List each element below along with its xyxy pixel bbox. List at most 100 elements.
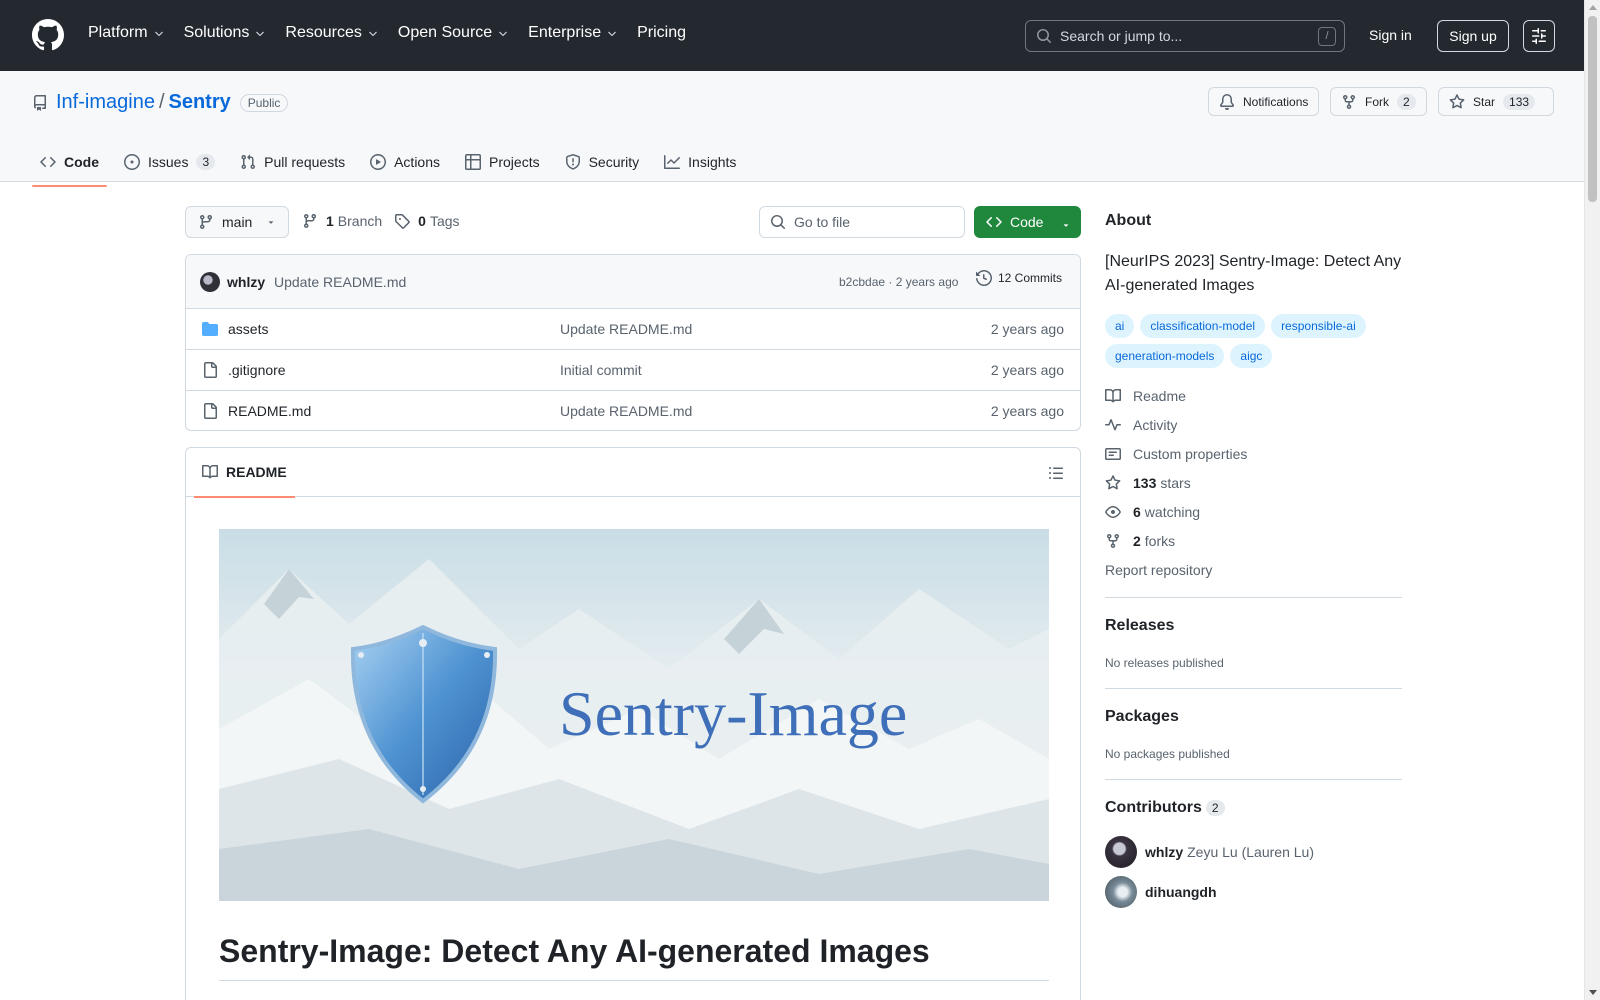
committer-name[interactable]: whlzy <box>227 274 265 290</box>
readme-tab[interactable]: README <box>194 464 295 498</box>
nav-resources[interactable]: Resources <box>285 24 378 42</box>
file-commit-message[interactable]: Update README.md <box>560 403 692 419</box>
committer-avatar[interactable] <box>200 272 220 292</box>
latest-commit-message[interactable]: Update README.md <box>274 274 406 290</box>
contributor-item[interactable]: dihuangdh <box>1105 876 1221 908</box>
repository-header: Inf-imagine / Sentry Public Notification… <box>0 71 1584 187</box>
pulse-icon <box>1105 419 1121 431</box>
activity-link[interactable]: Activity <box>1105 417 1177 433</box>
heading-divider <box>219 980 1049 981</box>
tab-actions[interactable]: Actions <box>362 145 448 179</box>
nav-solutions[interactable]: Solutions <box>184 24 267 42</box>
branch-label: Branch <box>337 213 383 229</box>
tags-link[interactable]: 0 Tags <box>410 213 459 229</box>
code-icon <box>986 216 1002 228</box>
topic-tag[interactable]: responsible-ai <box>1271 314 1366 338</box>
file-name[interactable]: README.md <box>228 403 311 419</box>
contributor-full-name: Zeyu Lu (Lauren Lu) <box>1187 844 1314 860</box>
play-icon <box>370 154 387 170</box>
sidebar-divider <box>1105 779 1402 780</box>
page-scrollbar[interactable] <box>1584 0 1600 1000</box>
nav-enterprise[interactable]: Enterprise <box>528 24 618 42</box>
topics-list: ai classification-model responsible-ai g… <box>1105 314 1402 368</box>
custom-properties-link[interactable]: Custom properties <box>1105 446 1247 462</box>
tag-count: 0 <box>418 213 426 229</box>
repo-name-link[interactable]: Sentry <box>169 91 231 114</box>
tab-projects[interactable]: Projects <box>457 145 548 179</box>
appearance-settings-button[interactable] <box>1523 20 1555 52</box>
star-button[interactable]: Star 133 <box>1438 87 1554 116</box>
branches-link[interactable]: 1 Branch <box>318 213 382 229</box>
file-row[interactable]: assets Update README.md 2 years ago <box>186 309 1080 350</box>
contributor-item[interactable]: whlzy Zeyu Lu (Lauren Lu) <box>1105 836 1314 868</box>
packages-heading[interactable]: Packages <box>1105 708 1179 726</box>
forks-link[interactable]: 2 forks <box>1105 533 1175 549</box>
stars-link[interactable]: 133 stars <box>1105 475 1191 491</box>
code-icon <box>40 156 56 168</box>
file-commit-message[interactable]: Update README.md <box>560 321 692 337</box>
search-shortcut-key: / <box>1318 27 1336 46</box>
sign-up-button[interactable]: Sign up <box>1437 20 1509 52</box>
releases-heading[interactable]: Releases <box>1105 617 1174 635</box>
chevron-down-icon <box>154 31 163 37</box>
repo-path-separator: / <box>158 91 165 113</box>
fork-count: 2 <box>1397 93 1416 110</box>
shield-icon <box>565 154 580 170</box>
tab-insights[interactable]: Insights <box>656 145 744 179</box>
scroll-down-arrow-icon[interactable] <box>1589 990 1597 995</box>
go-to-file-input[interactable]: Go to file <box>759 206 965 238</box>
github-logo-icon[interactable] <box>32 19 64 51</box>
readme-link[interactable]: Readme <box>1105 388 1186 404</box>
commits-count-label: 12 Commits <box>998 271 1063 285</box>
nav-pricing[interactable]: Pricing <box>637 24 686 42</box>
tab-issues[interactable]: Issues 3 <box>116 145 223 179</box>
file-icon <box>204 403 217 419</box>
repo-owner-link[interactable]: Inf-imagine <box>56 91 155 114</box>
report-repository-link[interactable]: Report repository <box>1105 562 1212 578</box>
file-name[interactable]: .gitignore <box>228 362 286 378</box>
nav-platform[interactable]: Platform <box>88 24 165 42</box>
file-name[interactable]: assets <box>228 321 268 337</box>
visibility-badge: Public <box>239 93 289 112</box>
contributor-login: dihuangdh <box>1145 884 1217 900</box>
commits-link[interactable]: 12 Commits <box>976 270 1062 286</box>
file-browser: whlzy Update README.md b2cbdae · 2 years… <box>185 254 1081 431</box>
fork-button[interactable]: Fork 2 <box>1330 87 1427 116</box>
notifications-button[interactable]: Notifications <box>1208 87 1320 116</box>
file-commit-message[interactable]: Initial commit <box>560 362 642 378</box>
watchers-link[interactable]: 6 watching <box>1105 504 1200 520</box>
latest-commit-row: whlzy Update README.md b2cbdae · 2 years… <box>186 255 1080 309</box>
packages-empty-text: No packages published <box>1105 747 1230 761</box>
topic-tag[interactable]: classification-model <box>1140 314 1266 338</box>
repo-forked-icon <box>1343 94 1355 109</box>
scrollbar-thumb[interactable] <box>1588 16 1597 202</box>
scroll-up-arrow-icon[interactable] <box>1589 5 1597 10</box>
file-row[interactable]: .gitignore Initial commit 2 years ago <box>186 350 1080 391</box>
readme-header: README <box>186 448 1080 498</box>
folder-icon <box>202 322 218 336</box>
topic-tag[interactable]: aigc <box>1230 344 1273 368</box>
global-header: Platform Solutions Resources Open Source… <box>0 0 1584 71</box>
topic-tag[interactable]: ai <box>1105 314 1135 338</box>
file-age: 2 years ago <box>990 321 1064 337</box>
readme-tab-label: README <box>226 464 287 480</box>
topic-tag[interactable]: generation-models <box>1105 344 1225 368</box>
code-download-button[interactable]: Code <box>974 206 1081 238</box>
branch-name: main <box>222 214 253 230</box>
list-unordered-icon[interactable] <box>1048 465 1064 481</box>
sign-in-link[interactable]: Sign in <box>1369 27 1412 43</box>
branch-selector[interactable]: main <box>185 206 290 238</box>
global-nav: Platform Solutions Resources Open Source… <box>88 24 705 42</box>
triangle-down-icon <box>1063 224 1069 227</box>
global-search-input[interactable]: Search or jump to... / <box>1025 20 1345 52</box>
tab-pull-requests[interactable]: Pull requests <box>232 145 353 179</box>
issues-count: 3 <box>196 154 216 170</box>
branch-count: 1 <box>326 213 334 229</box>
file-row[interactable]: README.md Update README.md 2 years ago <box>186 391 1080 430</box>
nav-open-source[interactable]: Open Source <box>398 24 509 42</box>
contributors-heading[interactable]: Contributors 2 <box>1105 799 1225 817</box>
tab-security[interactable]: Security <box>557 145 648 179</box>
tab-code[interactable]: Code <box>32 145 107 187</box>
latest-commit-meta[interactable]: b2cbdae · 2 years ago <box>839 275 958 289</box>
readme-heading: Sentry-Image: Detect Any AI-generated Im… <box>219 933 930 969</box>
